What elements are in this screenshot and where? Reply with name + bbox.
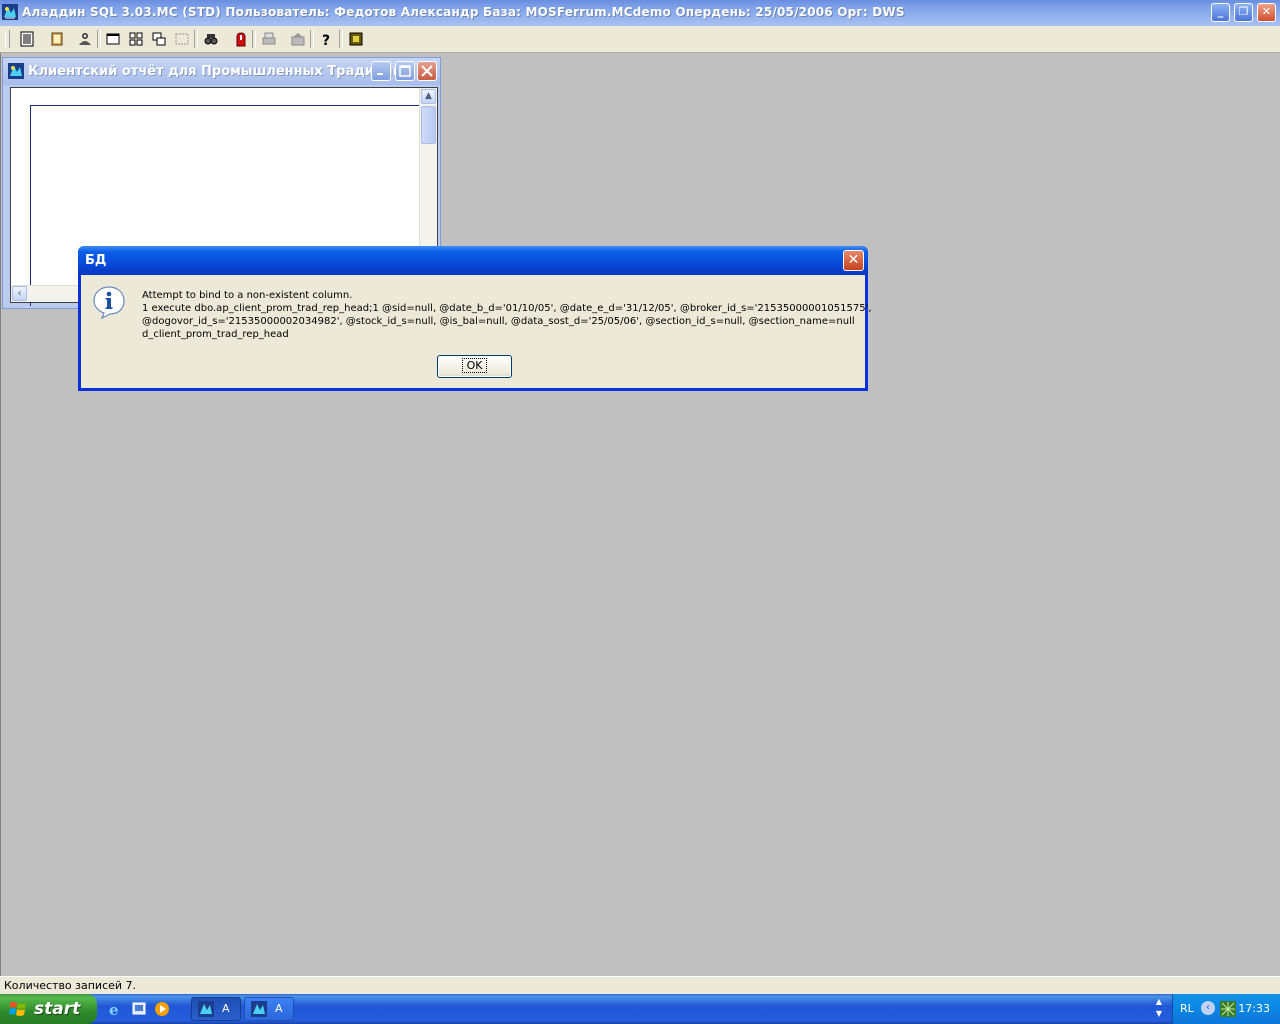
message-line: 1 execute dbo.ap_client_prom_trad_rep_he…	[142, 303, 872, 314]
clock: 17:33	[1238, 1002, 1270, 1015]
report-icon	[20, 31, 34, 47]
tile-button[interactable]	[127, 30, 145, 48]
help-button[interactable]: ?	[318, 30, 336, 48]
restore-icon: ❐	[1238, 5, 1249, 18]
information-icon	[93, 286, 125, 319]
app-title: Аладдин SQL 3.03.MC (STD) Пользователь: …	[22, 5, 905, 19]
toolbar-separator	[97, 30, 101, 48]
start-label: start	[34, 999, 81, 1019]
dialog-title: БД	[85, 253, 107, 268]
dialog-titlebar[interactable]: БД ✕	[78, 246, 868, 275]
child-minimize-button[interactable]	[371, 61, 391, 81]
toolbar-separator	[252, 30, 256, 48]
report-window-icon	[8, 63, 24, 79]
message-line: d_client_prom_trad_rep_head	[142, 329, 289, 340]
dialog-close-button[interactable]: ✕	[843, 250, 864, 271]
exit-icon	[349, 32, 363, 46]
help-icon: ?	[322, 33, 330, 47]
app-titlebar: Аладдин SQL 3.03.MC (STD) Пользователь: …	[0, 0, 1280, 26]
minimize-icon	[377, 73, 383, 75]
ok-button[interactable]: OK	[437, 355, 512, 378]
child-window-title: Клиентский отчёт для Промышленных Традиц…	[28, 64, 402, 79]
svg-text:?: ?	[322, 33, 330, 47]
user-button[interactable]	[76, 30, 94, 48]
user-icon	[79, 33, 91, 45]
status-text: Количество записей 7.	[4, 979, 137, 992]
database-button[interactable]	[48, 30, 66, 48]
task-label: A	[222, 1002, 230, 1015]
cascade-icon	[152, 32, 166, 46]
toolbar-grip[interactable]	[5, 30, 10, 48]
toolbar-separator	[310, 30, 314, 48]
network-icon[interactable]	[1220, 1001, 1236, 1017]
svg-text:e: e	[109, 1001, 119, 1017]
message-line: @dogovor_id_s='21535000002034982', @stoc…	[142, 316, 855, 327]
export-icon	[291, 33, 305, 46]
restore-button[interactable]: ❐	[1234, 3, 1253, 22]
close-icon: ✕	[847, 252, 860, 268]
exit-button[interactable]	[347, 30, 365, 48]
window-button[interactable]	[104, 30, 122, 48]
toolbar-separator	[194, 30, 198, 48]
app-icon	[198, 1001, 214, 1017]
message-dialog: БД ✕ Attempt to bind to a non-existent c…	[78, 246, 872, 391]
app-icon	[2, 4, 18, 20]
media-player-icon[interactable]	[154, 1001, 170, 1017]
windows-logo-icon	[9, 1002, 26, 1016]
tile-icon	[129, 32, 143, 46]
child-maximize-button[interactable]	[395, 61, 415, 81]
database-icon	[51, 32, 63, 46]
close-icon	[421, 65, 433, 77]
taskbar-task-button[interactable]: A	[191, 997, 241, 1021]
show-hidden-icons-icon[interactable]: ‹	[1201, 1001, 1215, 1015]
child-titlebar[interactable]: Клиентский отчёт для Промышленных Традиц…	[3, 58, 440, 85]
scroll-left-icon[interactable]: ‹	[12, 286, 27, 301]
start-button[interactable]: start	[0, 994, 97, 1024]
taskbar: start e A A RL ‹ 17:33	[0, 994, 1280, 1024]
close-button[interactable]: ✕	[1257, 3, 1276, 22]
scrollbar-thumb[interactable]	[421, 106, 436, 144]
close-icon: ✕	[1261, 5, 1272, 18]
find-icon	[204, 34, 218, 45]
minimize-button[interactable]: _	[1211, 3, 1230, 22]
internet-explorer-icon[interactable]: e	[108, 1001, 124, 1019]
stop-icon	[236, 32, 246, 47]
show-desktop-icon[interactable]	[131, 1001, 147, 1017]
dialog-message: Attempt to bind to a non-existent column…	[142, 289, 872, 341]
window-icon	[106, 33, 120, 45]
minimize-icon: _	[1217, 5, 1224, 18]
arrange-icon	[175, 33, 189, 45]
stop-button[interactable]	[232, 30, 250, 48]
language-bar-arrows-icon[interactable]: ▲ ▼	[1152, 996, 1166, 1022]
status-bar: Количество записей 7.	[0, 976, 1280, 994]
print-icon	[262, 32, 276, 45]
message-line: Attempt to bind to a non-existent column…	[142, 290, 353, 301]
toolbar: ?	[0, 26, 1280, 53]
cascade-button[interactable]	[150, 30, 168, 48]
language-indicator[interactable]: RL	[1180, 1002, 1194, 1015]
toolbar-separator	[339, 30, 343, 48]
find-button[interactable]	[202, 30, 220, 48]
export-button[interactable]	[289, 30, 307, 48]
taskbar-task-button[interactable]: A	[244, 997, 294, 1021]
arrange-button[interactable]	[173, 30, 191, 48]
task-label: A	[275, 1002, 283, 1015]
print-button[interactable]	[260, 30, 278, 48]
scroll-up-icon[interactable]: ▲	[421, 89, 436, 104]
child-close-button[interactable]	[417, 61, 437, 81]
report-button[interactable]	[18, 30, 36, 48]
ok-button-label: OK	[461, 358, 488, 373]
maximize-icon	[399, 65, 411, 77]
app-icon	[251, 1001, 267, 1017]
system-tray: RL ‹ 17:33	[1172, 994, 1280, 1024]
